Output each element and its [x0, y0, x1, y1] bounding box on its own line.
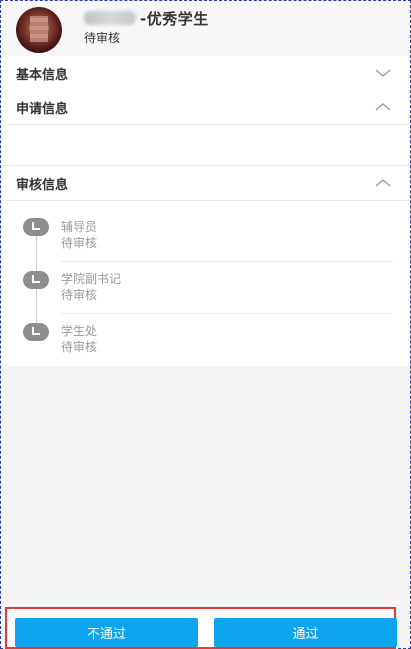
page-title: -优秀学生 [140, 9, 209, 28]
title-row: -优秀学生 [84, 8, 209, 28]
reviewer-role: 辅导员 [61, 220, 98, 234]
timeline-item: 学生处 待审核 [2, 305, 409, 357]
clock-icon [23, 323, 49, 341]
page-frame: -优秀学生 待审核 基本信息 申请信息 审核信息 辅导员 待审核 学院副书记 待… [0, 0, 411, 649]
section-apply-info[interactable]: 申请信息 [2, 90, 409, 125]
chevron-up-icon [375, 103, 391, 111]
approve-button[interactable]: 通过 [214, 618, 397, 647]
apply-info-content [2, 125, 409, 166]
section-basic-info[interactable]: 基本信息 [2, 56, 409, 91]
section-title: 审核信息 [16, 177, 69, 193]
chevron-down-icon [375, 69, 391, 77]
timeline-item: 学院副书记 待审核 [2, 253, 409, 314]
reject-button[interactable]: 不通过 [15, 618, 198, 647]
section-title: 申请信息 [16, 101, 69, 117]
action-bar: 不通过 通过 [5, 607, 397, 649]
reviewer-status: 待审核 [61, 288, 98, 302]
clock-icon [23, 218, 49, 236]
reviewer-role: 学生处 [61, 324, 98, 338]
redacted-name [84, 11, 136, 25]
avatar [16, 7, 62, 53]
section-review-info[interactable]: 审核信息 [2, 166, 409, 201]
reviewer-status: 待审核 [61, 236, 98, 250]
review-timeline: 辅导员 待审核 学院副书记 待审核 学生处 待审核 [2, 201, 409, 366]
clock-icon [23, 271, 49, 289]
application-status: 待审核 [84, 31, 121, 45]
header: -优秀学生 待审核 [2, 2, 409, 56]
chevron-up-icon [375, 179, 391, 187]
timeline-item: 辅导员 待审核 [2, 201, 409, 262]
section-title: 基本信息 [16, 67, 69, 83]
reviewer-role: 学院副书记 [61, 272, 122, 286]
reviewer-status: 待审核 [61, 340, 98, 354]
